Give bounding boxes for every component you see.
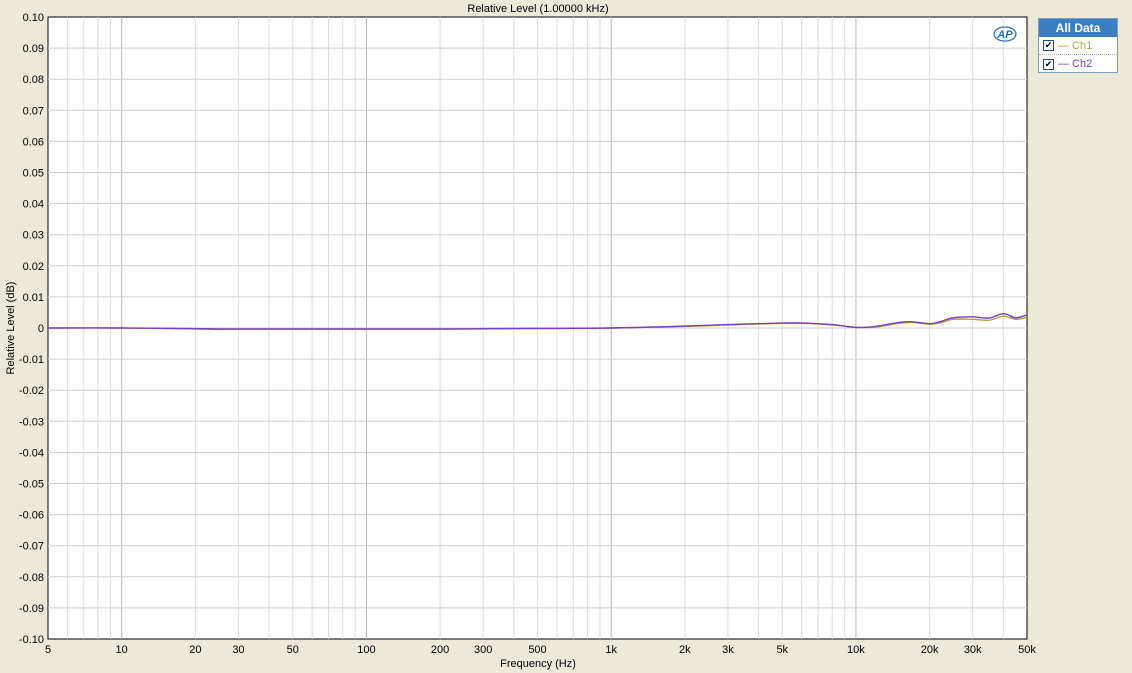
y-tick-label: 0.07 bbox=[23, 105, 44, 117]
checkbox-ch2[interactable]: ✔ bbox=[1043, 58, 1054, 70]
legend-panel: All Data ✔ — Ch1 ✔ — Ch2 bbox=[1038, 18, 1118, 73]
y-tick-label: -0.01 bbox=[19, 354, 44, 366]
legend-label-ch1: — Ch1 bbox=[1058, 39, 1093, 52]
legend-header[interactable]: All Data bbox=[1039, 19, 1117, 37]
x-tick-label: 100 bbox=[357, 644, 375, 656]
x-tick-label: 10k bbox=[847, 644, 865, 656]
y-tick-label: -0.09 bbox=[19, 603, 44, 615]
y-tick-label: 0.02 bbox=[23, 261, 44, 273]
x-tick-label: 3k bbox=[722, 644, 734, 656]
chart-title: Relative Level (1.00000 kHz) bbox=[467, 3, 608, 15]
y-tick-label: 0.09 bbox=[23, 43, 44, 55]
x-tick-label: 2k bbox=[679, 644, 691, 656]
x-tick-label: 20k bbox=[921, 644, 939, 656]
checkbox-ch1[interactable]: ✔ bbox=[1043, 40, 1054, 51]
y-tick-label: -0.03 bbox=[19, 416, 44, 428]
x-tick-label: 1k bbox=[605, 644, 617, 656]
chart: Relative Level (1.00000 kHz) 0.10 0.09 0.0… bbox=[5, 3, 1036, 670]
y-tick-label: 0.06 bbox=[23, 136, 44, 148]
x-tick-label: 50k bbox=[1018, 644, 1036, 656]
y-tick-label: -0.10 bbox=[19, 634, 44, 646]
x-tick-label: 5k bbox=[776, 644, 788, 656]
y-axis-label: Relative Level (dB) bbox=[5, 282, 17, 375]
y-tick-label: 0.05 bbox=[23, 168, 44, 180]
x-axis-ticks: 5 10 20 30 50 100 200 300 500 1k 2k 3k 5k 10k 20k 30k 50… bbox=[45, 644, 1036, 656]
y-tick-label: -0.04 bbox=[19, 447, 44, 459]
x-tick-label: 200 bbox=[431, 644, 449, 656]
y-tick-label: 0.04 bbox=[23, 199, 44, 211]
y-tick-label: -0.08 bbox=[19, 572, 44, 584]
ap-logo-text: AP bbox=[996, 29, 1013, 41]
legend-label-ch2: — Ch2 bbox=[1058, 58, 1093, 70]
y-tick-label: -0.02 bbox=[19, 385, 44, 397]
y-tick-label: -0.07 bbox=[19, 541, 44, 553]
y-tick-label: 0.03 bbox=[23, 230, 44, 242]
legend-item-ch2[interactable]: ✔ — Ch2 bbox=[1039, 55, 1117, 73]
legend-item-ch1[interactable]: ✔ — Ch1 bbox=[1039, 37, 1117, 55]
y-tick-label: -0.05 bbox=[19, 479, 44, 491]
y-tick-label: 0 bbox=[38, 323, 44, 335]
x-tick-label: 10 bbox=[116, 644, 128, 656]
y-tick-label: 0.01 bbox=[23, 292, 44, 304]
x-tick-label: 20 bbox=[189, 644, 201, 656]
x-tick-label: 30k bbox=[964, 644, 982, 656]
x-tick-label: 30 bbox=[232, 644, 244, 656]
y-axis-ticks: 0.10 0.09 0.08 0.07 0.06 0.05 0.04 0.03 0.02 0.01… bbox=[19, 12, 44, 646]
y-tick-label: 0.10 bbox=[23, 12, 44, 24]
x-tick-label: 50 bbox=[287, 644, 299, 656]
x-tick-label: 5 bbox=[45, 644, 51, 656]
x-tick-label: 500 bbox=[528, 644, 546, 656]
x-tick-label: 300 bbox=[474, 644, 492, 656]
y-tick-label: 0.08 bbox=[23, 74, 44, 86]
y-tick-label: -0.06 bbox=[19, 510, 44, 522]
x-axis-label: Frequency (Hz) bbox=[500, 658, 576, 670]
